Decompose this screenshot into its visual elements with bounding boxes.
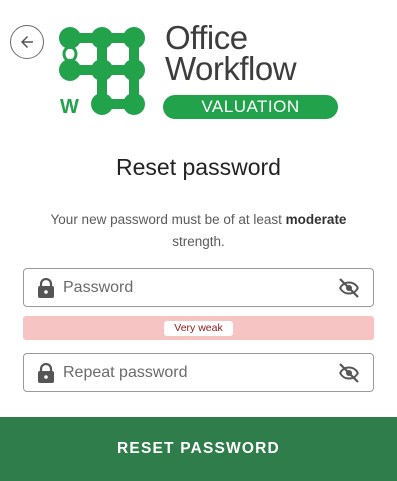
svg-text:W: W: [60, 96, 79, 118]
lock-icon: [38, 277, 54, 298]
password-input[interactable]: Password: [63, 279, 337, 297]
eye-off-icon[interactable]: [337, 361, 361, 385]
subtitle-text-start: Your new password must be of at least: [50, 212, 286, 227]
strength-label: Very weak: [164, 320, 233, 336]
eye-off-icon[interactable]: [337, 276, 361, 300]
subtitle-text-end: strength.: [172, 234, 225, 249]
brand-badge: VALUATION: [163, 95, 338, 119]
repeat-password-field[interactable]: Repeat password: [23, 353, 374, 392]
arrow-left-icon: [21, 36, 33, 48]
password-strength-bar: Very weak: [23, 316, 374, 340]
back-button[interactable]: [10, 25, 44, 59]
page-subtitle: Your new password must be of at least mo…: [30, 209, 367, 253]
reset-password-button[interactable]: RESET PASSWORD: [0, 417, 397, 481]
brand-name: Office Workflow: [165, 19, 297, 87]
repeat-password-input[interactable]: Repeat password: [63, 364, 337, 382]
password-field[interactable]: Password: [23, 268, 374, 307]
lock-icon: [38, 362, 54, 383]
page-title: Reset password: [116, 154, 281, 180]
subtitle-strength-emphasis: moderate: [285, 212, 347, 227]
